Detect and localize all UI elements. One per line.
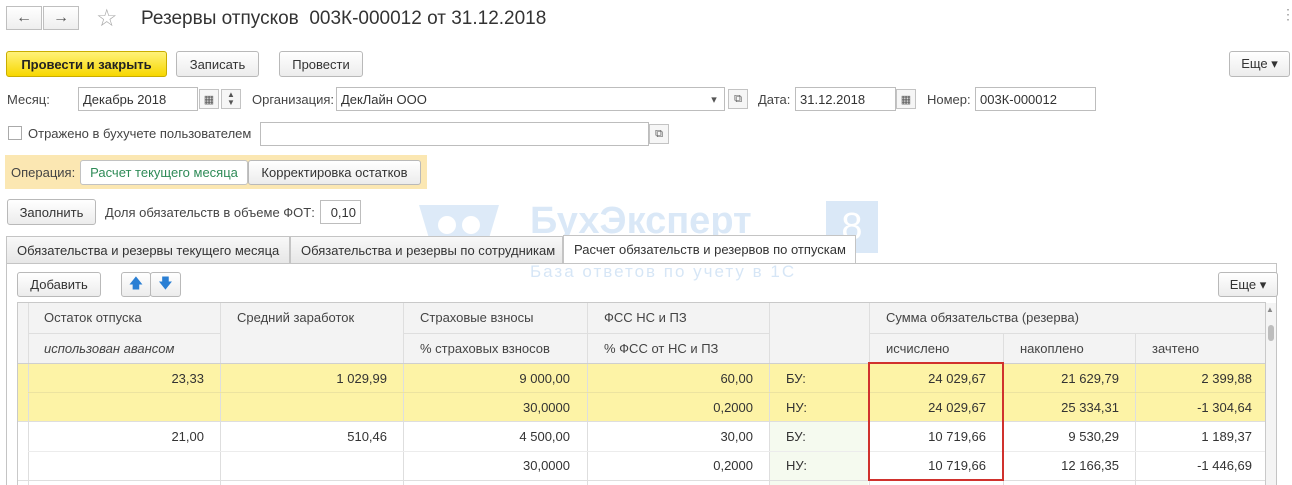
operation-current-month[interactable]: Расчет текущего месяца [80,160,248,185]
more-button[interactable]: Еще ▾ [1229,51,1290,77]
org-field[interactable]: ДекЛайн ООО [336,87,725,111]
cell: 0,2000 [713,458,753,473]
cell: 12 166,35 [1061,458,1119,473]
tab-employees[interactable]: Обязательства и резервы по сотрудникам [290,236,563,263]
month-field[interactable]: Декабрь 2018 [78,87,198,111]
cell: 21,00 [171,429,204,444]
operation-correction[interactable]: Корректировка остатков [248,160,421,185]
add-button[interactable]: Добавить [17,272,101,297]
cell: -1 446,69 [1197,458,1252,473]
month-stepper[interactable]: ▲ ▼ [221,89,241,109]
fill-button[interactable]: Заполнить [7,199,96,225]
cell-type: БУ: [786,429,806,444]
highlight-box [868,362,1004,481]
reflected-label: Отражено в бухучете пользователем [28,126,252,141]
scroll-up-icon[interactable]: ▲ [1266,305,1274,314]
move-up-button[interactable]: 🡅 [121,272,151,297]
back-icon: ← [16,9,32,26]
cell: 1 029,99 [336,371,387,386]
cell: 25 334,31 [1061,400,1119,415]
cell: 60,00 [720,371,753,386]
number-field[interactable]: 003К-000012 [975,87,1096,111]
tab-current-month[interactable]: Обязательства и резервы текущего месяца [6,236,290,263]
tab-vacation-calc[interactable]: Расчет обязательств и резервов по отпуск… [563,235,856,263]
col-calculated[interactable]: исчислено [886,341,949,356]
cell: 4 500,00 [519,429,570,444]
col-avg-salary[interactable]: Средний заработок [237,310,354,325]
back-button[interactable]: ← [6,6,42,30]
menu-icon[interactable]: ⋮ [1281,6,1292,23]
calendar-icon[interactable]: ▦ [896,89,916,109]
cell: 30,0000 [523,458,570,473]
calendar-icon[interactable]: ▦ [199,89,219,109]
open-icon[interactable]: ⧉ [728,89,748,109]
col-liability-sum[interactable]: Сумма обязательства (резерва) [886,310,1079,325]
reflected-checkbox[interactable] [8,126,22,140]
arrow-up-icon: 🡅 [128,274,144,291]
col-insurance-pct[interactable]: % страховых взносов [420,341,550,356]
star-icon[interactable]: ☆ [96,4,118,33]
cell: 30,00 [720,429,753,444]
cell-type: НУ: [786,400,807,415]
col-vacation-balance[interactable]: Остаток отпуска [44,310,142,325]
arrow-down-icon: 🡇 [158,274,173,291]
dropdown-icon[interactable]: ▾ [704,89,724,109]
cell: 0,2000 [713,400,753,415]
type-column-bg [770,421,868,485]
scrollbar-thumb[interactable] [1268,325,1274,341]
operation-label: Операция: [11,165,76,180]
col-insurance[interactable]: Страховые взносы [420,310,533,325]
cell-type: НУ: [786,458,807,473]
move-down-button[interactable]: 🡇 [150,272,181,297]
save-button[interactable]: Записать [176,51,259,77]
date-field[interactable]: 31.12.2018 [795,87,896,111]
post-button[interactable]: Провести [279,51,363,77]
forward-icon: → [53,9,69,26]
cell: 510,46 [347,429,387,444]
col-fss-pct[interactable]: % ФСС от НС и ПЗ [604,341,718,356]
cell: 9 530,29 [1068,429,1119,444]
cell: 2 399,88 [1201,371,1252,386]
forward-button[interactable]: → [43,6,79,30]
fot-label: Доля обязательств в объеме ФОТ: [105,205,315,220]
col-used-advance[interactable]: использован авансом [44,341,174,356]
cell: 23,33 [171,371,204,386]
number-label: Номер: [927,92,971,107]
cell: -1 304,64 [1197,400,1252,415]
fot-field[interactable]: 0,10 [320,200,361,224]
page-title: Резервы отпусков 003К-000012 от 31.12.20… [141,8,547,29]
table-more-button[interactable]: Еще ▾ [1218,272,1278,297]
cell: 30,0000 [523,400,570,415]
cell-type: БУ: [786,371,806,386]
open-icon[interactable]: ⧉ [649,124,669,144]
col-fss[interactable]: ФСС НС и ПЗ [604,310,687,325]
reflected-user-field[interactable] [260,122,649,146]
post-and-close-button[interactable]: Провести и закрыть [6,51,167,77]
date-label: Дата: [758,92,791,107]
cell: 1 189,37 [1201,429,1252,444]
month-label: Месяц: [7,92,50,107]
col-credited[interactable]: зачтено [1152,341,1199,356]
cell: 9 000,00 [519,371,570,386]
org-label: Организация: [252,92,335,107]
cell: 21 629,79 [1061,371,1119,386]
col-accumulated[interactable]: накоплено [1020,341,1084,356]
